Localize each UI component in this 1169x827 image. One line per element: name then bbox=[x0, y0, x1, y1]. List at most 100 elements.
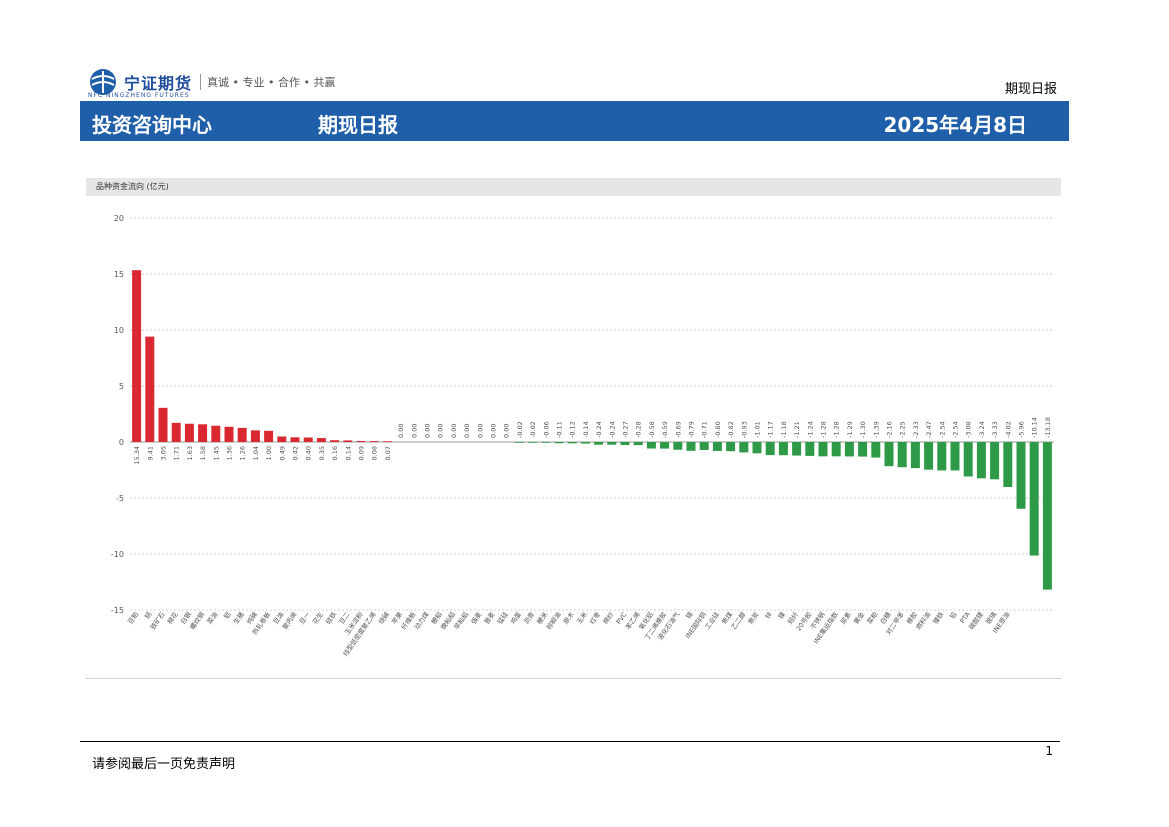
x-tick-label: 红枣 bbox=[587, 610, 602, 626]
x-tick-label: 豆粕 bbox=[125, 610, 140, 626]
x-tick-label: 锡 bbox=[684, 610, 695, 621]
y-tick-label: 20 bbox=[114, 214, 124, 223]
bar bbox=[910, 442, 920, 469]
data-label: -4.02 bbox=[1004, 421, 1012, 438]
data-label: 0.40 bbox=[305, 446, 313, 460]
data-label: 1.58 bbox=[199, 446, 207, 460]
data-label: -0.79 bbox=[688, 421, 696, 438]
banner-report-title: 期现日报 bbox=[318, 113, 398, 137]
x-tick-label: 棉纱 bbox=[601, 610, 616, 626]
data-label: -1.01 bbox=[754, 421, 762, 438]
bar bbox=[264, 430, 274, 442]
data-label: -3.08 bbox=[965, 421, 973, 438]
bar bbox=[765, 442, 775, 456]
bar bbox=[554, 442, 564, 444]
x-tick-label: 烧碱 bbox=[376, 610, 391, 626]
chart-title: 品种资金流向 (亿元) bbox=[96, 182, 169, 191]
y-tick-label: 0 bbox=[119, 438, 124, 447]
data-label: -2.47 bbox=[925, 421, 933, 438]
data-label: -10.14 bbox=[1031, 417, 1039, 438]
x-tick-label: 豆一 bbox=[298, 610, 312, 626]
bar bbox=[739, 442, 749, 453]
data-label: -0.28 bbox=[635, 421, 643, 438]
bar bbox=[963, 442, 973, 477]
x-tick-label: 铁矿石 bbox=[148, 610, 167, 632]
data-label: 0.00 bbox=[476, 424, 484, 438]
data-label: 0.49 bbox=[278, 446, 286, 460]
bar bbox=[660, 442, 670, 449]
data-label: 0.00 bbox=[410, 424, 418, 438]
bar bbox=[171, 422, 181, 442]
bar bbox=[646, 442, 656, 449]
x-tick-label: 铜 bbox=[142, 610, 153, 621]
bar bbox=[778, 442, 788, 456]
data-label: 0.00 bbox=[503, 424, 511, 438]
x-tick-label: 鸡蛋 bbox=[508, 610, 523, 626]
data-label: 0.00 bbox=[424, 424, 432, 438]
data-label: -1.28 bbox=[833, 421, 841, 438]
data-label: 0.00 bbox=[397, 424, 405, 438]
bar bbox=[1042, 442, 1052, 590]
data-label: 0.14 bbox=[344, 446, 352, 460]
y-tick-label: 15 bbox=[114, 270, 124, 279]
x-tick-label: 原木 bbox=[561, 610, 576, 626]
data-label: -2.33 bbox=[912, 421, 920, 438]
bar bbox=[726, 442, 736, 452]
bar bbox=[831, 442, 841, 457]
data-label: -13.18 bbox=[1044, 417, 1052, 438]
bar bbox=[356, 440, 366, 442]
data-label: 0.35 bbox=[318, 446, 326, 460]
bar bbox=[937, 442, 947, 471]
x-tick-label: 焦炭 bbox=[746, 610, 761, 626]
x-tick-label: 棉花 bbox=[165, 610, 180, 626]
x-tick-label: 尿素 bbox=[838, 610, 853, 626]
chart-svg: 20 15 10 5 0 -5 -10 -15 15.34 豆粕 9.41 铜 3.05 铁矿石 1.71 棉… bbox=[111, 214, 1054, 658]
data-label: 0.42 bbox=[292, 446, 300, 460]
bar bbox=[330, 440, 340, 442]
logo-name: 宁证期货 bbox=[124, 74, 193, 93]
bar bbox=[752, 442, 762, 454]
data-label: 0.00 bbox=[490, 424, 498, 438]
data-label: -0.24 bbox=[595, 421, 603, 438]
logo-subtitle: NFC NINGZHENG FUTURES bbox=[88, 92, 190, 99]
data-label: 1.45 bbox=[212, 446, 220, 460]
data-label: -0.02 bbox=[516, 421, 524, 438]
data-label: -3.24 bbox=[978, 421, 986, 438]
x-tick-label: 生猪 bbox=[231, 610, 246, 626]
bar bbox=[805, 442, 815, 456]
x-tick-label: 硅铁 bbox=[323, 610, 338, 626]
bar bbox=[712, 442, 722, 451]
bar bbox=[237, 427, 247, 442]
bar bbox=[686, 442, 696, 451]
data-label: -2.54 bbox=[952, 421, 960, 438]
x-tick-label: 乙二醇 bbox=[729, 610, 748, 632]
x-tick-label: 玉米 bbox=[574, 610, 589, 626]
x-tick-label: 早籼稻 bbox=[452, 610, 471, 632]
x-tick-label: 工业硅 bbox=[702, 610, 721, 632]
data-label: 0.08 bbox=[371, 446, 379, 460]
bar bbox=[594, 442, 604, 445]
page-number: 1 bbox=[1045, 744, 1053, 758]
y-tick-label: -15 bbox=[111, 606, 124, 615]
x-tick-label: 花生 bbox=[310, 610, 325, 626]
bar bbox=[158, 407, 168, 442]
data-label: -1.39 bbox=[872, 421, 880, 438]
footer-divider bbox=[80, 741, 1060, 742]
data-label: -0.02 bbox=[529, 421, 537, 438]
x-tick-label: 棕榈油 bbox=[544, 610, 563, 631]
data-label: -0.69 bbox=[674, 421, 682, 438]
data-label: -1.21 bbox=[793, 421, 801, 438]
x-tick-label: 铅 bbox=[948, 610, 959, 621]
x-tick-label: 沥青 bbox=[521, 610, 536, 626]
bar bbox=[1016, 442, 1026, 509]
data-label: 0.00 bbox=[437, 424, 445, 438]
data-label: 1.04 bbox=[252, 446, 260, 460]
header-banner: 投资咨询中心 期现日报 2025年4月8日 bbox=[80, 101, 1069, 141]
y-tick-label: -5 bbox=[116, 494, 124, 503]
bar bbox=[976, 442, 986, 479]
data-label: -2.54 bbox=[938, 421, 946, 438]
data-label: -0.12 bbox=[569, 421, 577, 438]
data-label: 1.00 bbox=[265, 446, 273, 460]
x-tick-label: 镍铁 bbox=[931, 610, 946, 626]
y-tick-label: 5 bbox=[119, 382, 124, 391]
